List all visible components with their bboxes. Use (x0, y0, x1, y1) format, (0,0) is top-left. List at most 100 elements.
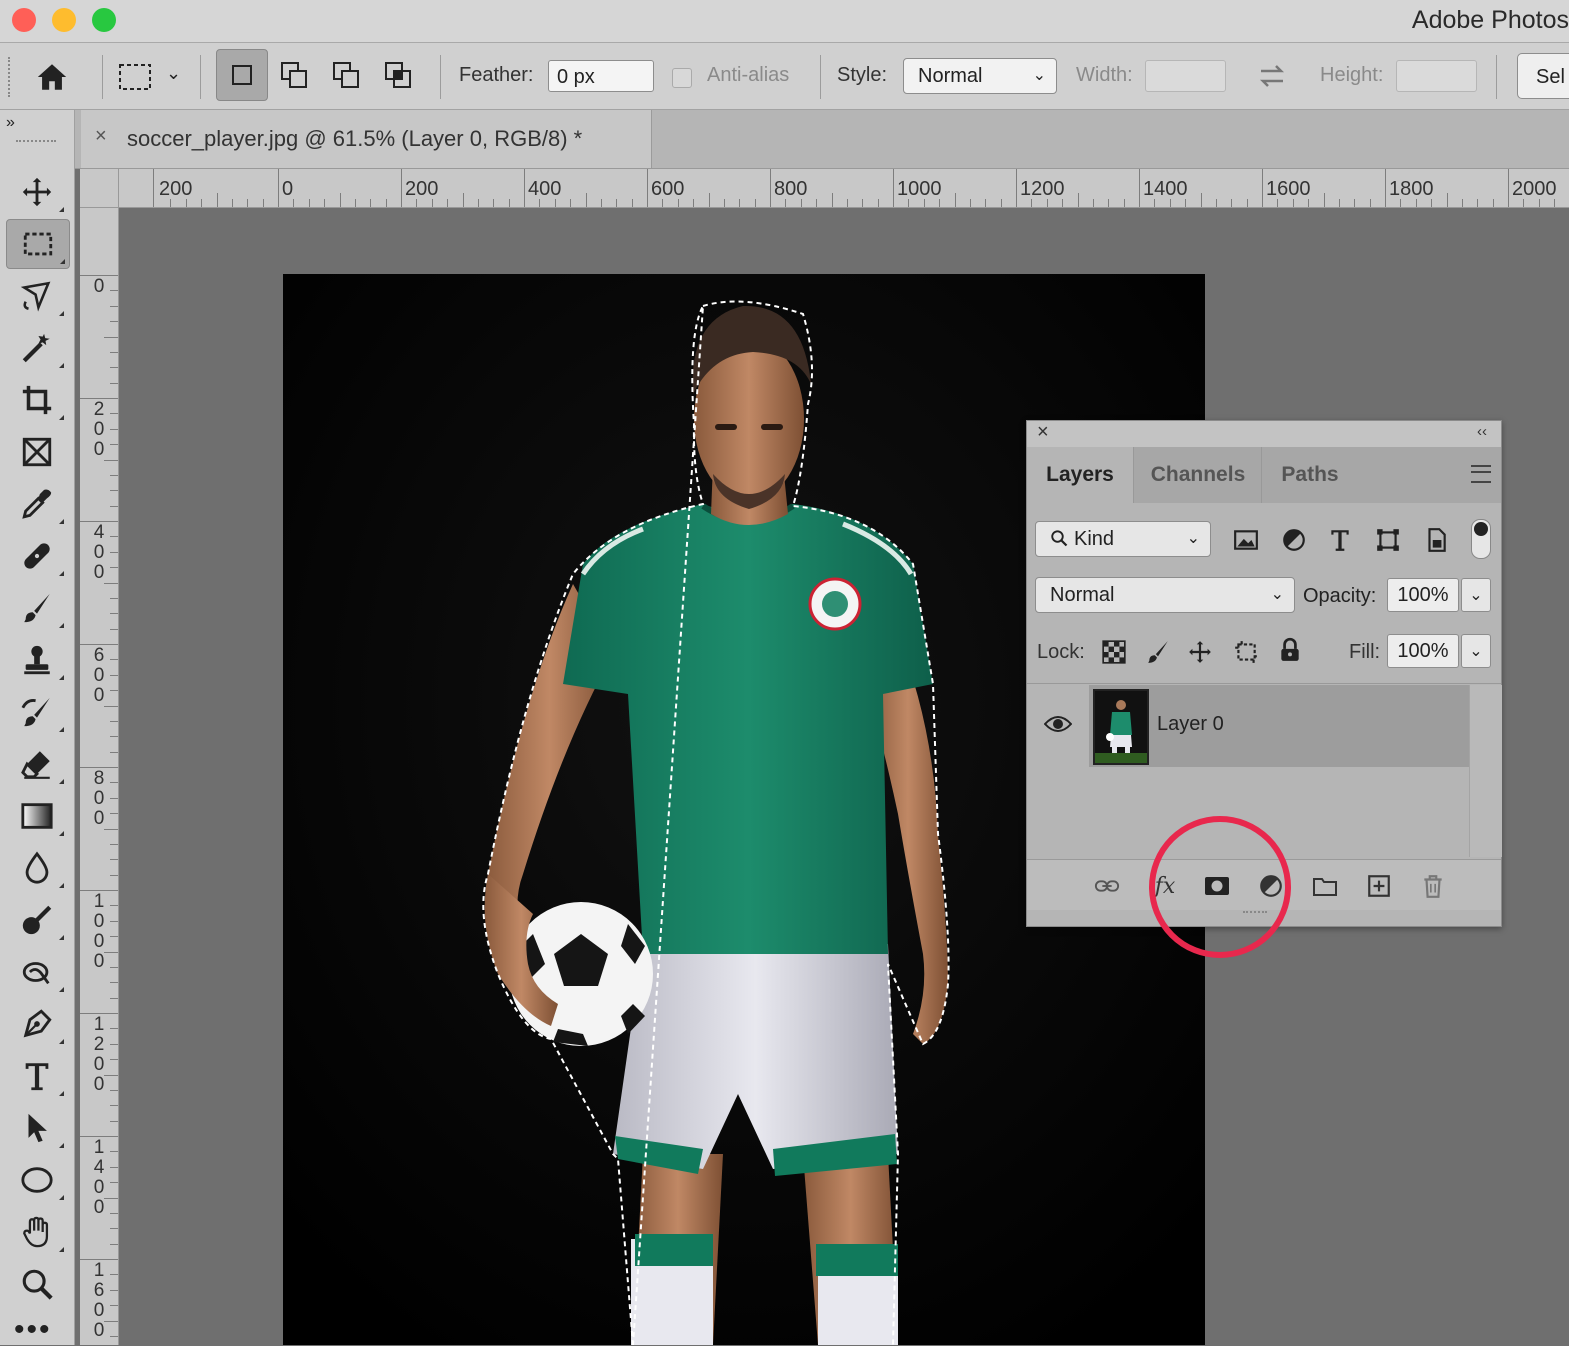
style-select[interactable]: Normal ⌄ (903, 58, 1057, 94)
filter-kind-value: Kind (1074, 528, 1115, 550)
ruler-tick (1508, 169, 1509, 207)
crop-tool-icon[interactable] (6, 376, 68, 424)
hand-tool-icon[interactable] (6, 1208, 68, 1256)
history-brush-tool-icon[interactable] (6, 688, 68, 736)
tab-channels[interactable]: Channels (1133, 447, 1262, 503)
path-selection-tool-icon[interactable] (6, 1104, 68, 1152)
layers-scrollbar[interactable] (1469, 685, 1502, 857)
pen-tool-icon[interactable] (6, 1000, 68, 1048)
move-tool-icon[interactable] (6, 168, 68, 216)
smart-object-filter-icon[interactable] (1423, 527, 1449, 558)
collapse-panel-icon[interactable]: ‹‹ (1477, 423, 1487, 440)
layer-name[interactable]: Layer 0 (1157, 713, 1224, 736)
new-group-folder-icon[interactable] (1311, 872, 1339, 900)
ellipse-tool-icon[interactable] (6, 1156, 68, 1204)
clone-stamp-tool-icon[interactable] (6, 636, 68, 684)
type-layer-filter-icon[interactable] (1327, 527, 1353, 558)
lock-position-icon[interactable] (1187, 639, 1213, 670)
pixel-layer-filter-icon[interactable] (1233, 527, 1259, 558)
filter-kind-select[interactable]: Kind ⌄ (1035, 521, 1211, 557)
opacity-dropdown-button[interactable]: ⌄ (1461, 578, 1491, 612)
adjustment-layer-filter-icon[interactable] (1281, 527, 1307, 558)
swap-dimensions-icon[interactable] (1252, 59, 1292, 93)
options-bar: ⌄ Feather: 0 px Anti-alias Style: Normal… (0, 43, 1569, 110)
lock-all-icon[interactable] (1277, 637, 1303, 668)
options-bar-grip[interactable] (8, 57, 14, 97)
horizontal-ruler[interactable]: 200 0 200 400 600 800 1000 1200 1400 1600 1800 2000 (80, 169, 1569, 208)
magic-wand-tool-icon[interactable] (6, 324, 68, 372)
vertical-ruler[interactable]: 0 200 400 600 800 1000 1200 1400 1600 (80, 207, 119, 1345)
document-tab[interactable]: × soccer_player.jpg @ 61.5% (Layer 0, RG… (81, 110, 652, 168)
ruler-label: 200 (93, 399, 105, 460)
zoom-tool-icon[interactable] (6, 1260, 68, 1308)
chevron-down-icon[interactable]: ⌄ (166, 63, 181, 84)
more-tools-icon[interactable]: ••• (14, 1315, 52, 1345)
ruler-tick (278, 169, 279, 207)
select-and-mask-button[interactable]: Sel (1517, 53, 1569, 99)
frame-tool-icon[interactable] (6, 428, 68, 476)
maximize-window-button[interactable] (92, 8, 116, 32)
style-select-value: Normal (918, 65, 983, 87)
ruler-label: 200 (405, 178, 439, 200)
blur-tool-icon[interactable] (6, 844, 68, 892)
layer-visibility-toggle[interactable] (1027, 685, 1089, 767)
marquee-preset-icon[interactable] (114, 57, 156, 97)
eyedropper-tool-icon[interactable] (6, 480, 68, 528)
close-tab-icon[interactable]: × (95, 125, 107, 148)
fill-input[interactable]: 100% (1387, 634, 1459, 668)
add-to-selection-icon[interactable] (274, 55, 314, 95)
close-panel-icon[interactable]: × (1037, 421, 1049, 444)
filter-toggle-switch[interactable] (1471, 519, 1491, 559)
ruler-tick (1262, 169, 1263, 207)
lock-artboard-icon[interactable] (1233, 639, 1259, 670)
smudge-tool-icon[interactable] (6, 948, 68, 996)
tab-paths[interactable]: Paths (1261, 447, 1359, 503)
ruler-label: 1800 (1389, 178, 1434, 200)
new-selection-icon[interactable] (216, 49, 268, 101)
blend-mode-select[interactable]: Normal ⌄ (1035, 577, 1295, 613)
layer-row[interactable]: Layer 0 (1089, 685, 1469, 767)
toolbar-grip[interactable] (16, 140, 56, 148)
close-window-button[interactable] (12, 8, 36, 32)
tab-layers[interactable]: Layers (1027, 447, 1133, 503)
healing-brush-tool-icon[interactable] (6, 532, 68, 580)
link-layers-icon[interactable] (1093, 872, 1121, 900)
feather-label: Feather: (459, 64, 534, 86)
ruler-origin[interactable] (80, 169, 119, 208)
ruler-label: 1600 (1266, 178, 1311, 200)
ruler-label: 800 (774, 178, 808, 200)
width-input[interactable] (1145, 60, 1226, 92)
rectangular-marquee-tool-icon[interactable] (6, 219, 70, 269)
ruler-label: 0 (93, 276, 105, 297)
anti-alias-checkbox[interactable] (672, 68, 692, 88)
lock-image-pixels-icon[interactable] (1145, 639, 1171, 670)
panel-menu-icon[interactable] (1471, 465, 1491, 483)
ruler-tick (524, 169, 525, 207)
shape-layer-filter-icon[interactable] (1375, 527, 1401, 558)
lock-transparent-pixels-icon[interactable] (1101, 639, 1127, 670)
delete-layer-trash-icon[interactable] (1419, 872, 1447, 900)
opacity-label: Opacity: (1303, 585, 1377, 607)
layers-panel-header[interactable]: × ‹‹ (1027, 421, 1501, 447)
subtract-from-selection-icon[interactable] (326, 55, 366, 95)
dodge-tool-icon[interactable] (6, 896, 68, 944)
feather-input[interactable]: 0 px (548, 60, 654, 92)
gradient-tool-icon[interactable] (6, 792, 68, 840)
ruler-tick (1016, 169, 1017, 207)
ruler-label: 800 (93, 768, 105, 829)
ruler-label: 0 (282, 178, 294, 200)
home-icon[interactable] (30, 57, 74, 97)
opacity-input[interactable]: 100% (1387, 578, 1459, 612)
eraser-tool-icon[interactable] (6, 740, 68, 788)
document-tab-title: soccer_player.jpg @ 61.5% (Layer 0, RGB/… (127, 126, 583, 151)
lasso-tool-icon[interactable] (6, 272, 68, 320)
minimize-window-button[interactable] (52, 8, 76, 32)
brush-tool-icon[interactable] (6, 584, 68, 632)
new-layer-icon[interactable] (1365, 872, 1393, 900)
expand-toolbar-icon[interactable]: » (6, 114, 15, 132)
fill-dropdown-button[interactable]: ⌄ (1461, 634, 1491, 668)
type-tool-icon[interactable] (6, 1052, 68, 1100)
intersect-selection-icon[interactable] (378, 55, 418, 95)
height-input[interactable] (1396, 60, 1477, 92)
ruler-tick (153, 169, 154, 207)
